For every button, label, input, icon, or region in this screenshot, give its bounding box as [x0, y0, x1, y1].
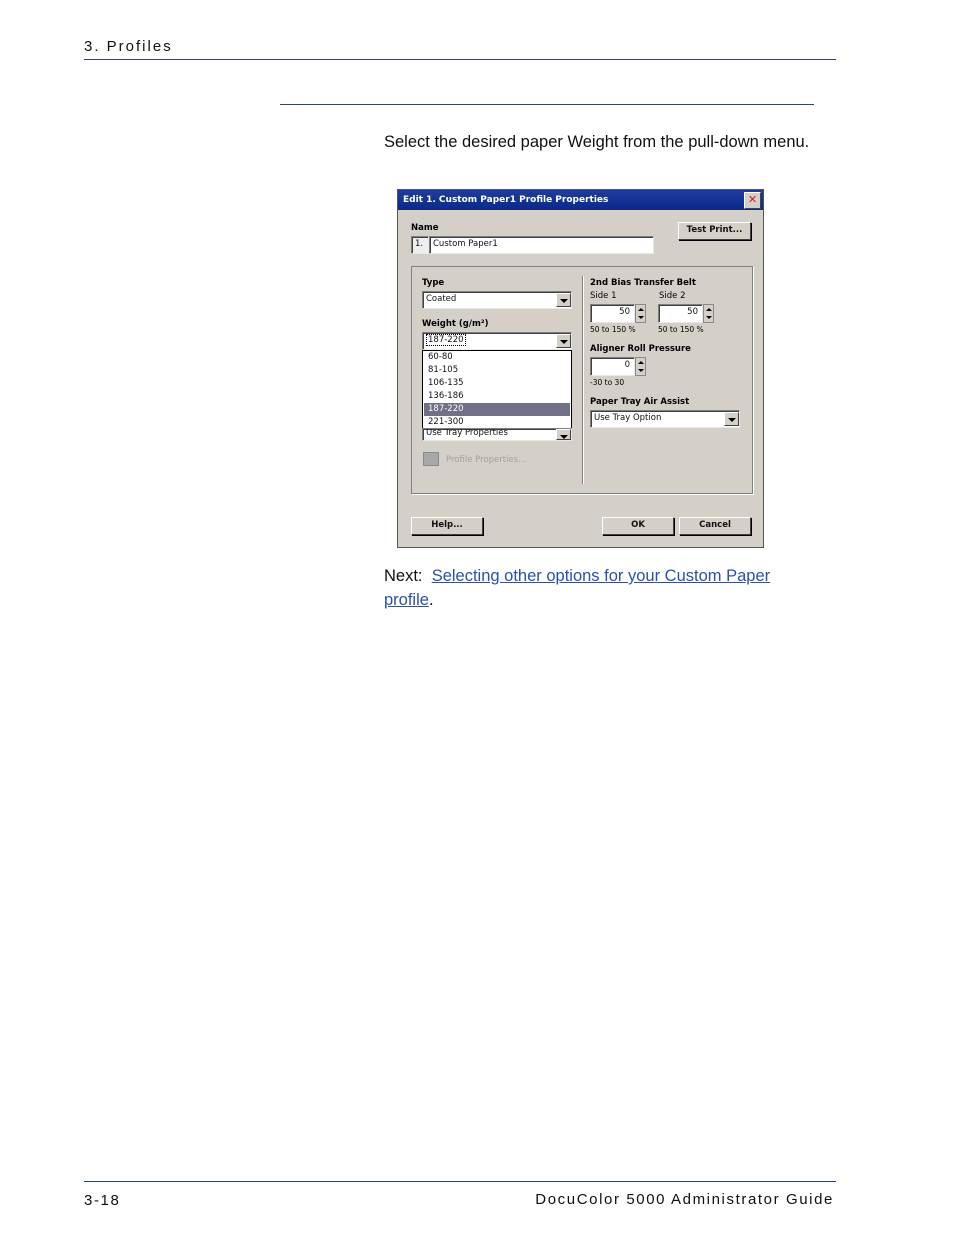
next-paragraph: Next: Selecting other options for your C… [384, 564, 770, 588]
side1-stepper[interactable] [635, 304, 646, 323]
guide-title: DocuColor 5000 Administrator Guide [535, 1191, 834, 1208]
name-label: Name [411, 223, 439, 233]
next-link[interactable]: Selecting other options for your Custom … [432, 567, 770, 585]
help-button[interactable]: Help... [411, 517, 483, 535]
next-paragraph-line2: profile. [384, 588, 434, 612]
chevron-down-icon[interactable] [556, 293, 571, 307]
weight-label: Weight (g/m²) [422, 319, 489, 329]
aligner-label: Aligner Roll Pressure [590, 344, 691, 354]
weight-dropdown-list: 60-80 81-105 106-135 136-186 187-220 221… [422, 350, 572, 430]
weight-option[interactable]: 136-186 [424, 390, 570, 403]
next-suffix: . [428, 591, 434, 609]
aligner-input[interactable]: 0 [590, 357, 635, 376]
side1-input[interactable]: 50 [590, 304, 635, 323]
tray-select[interactable]: Use Tray Properties [422, 428, 572, 441]
close-icon[interactable]: ✕ [744, 192, 761, 209]
name-field[interactable]: Custom Paper1 [429, 236, 654, 254]
profile-properties-button[interactable]: Profile Properties... [446, 455, 526, 465]
type-label: Type [422, 278, 445, 288]
dialog-title: Edit 1. Custom Paper1 Profile Properties [398, 190, 763, 210]
type-select[interactable]: Coated [422, 291, 572, 309]
weight-option-selected[interactable]: 187-220 [424, 403, 570, 416]
side1-label: Side 1 [590, 291, 617, 301]
air-assist-label: Paper Tray Air Assist [590, 397, 690, 407]
instruction-text: Select the desired paper Weight from the… [384, 133, 810, 151]
aligner-range: -30 to 30 [590, 378, 625, 387]
weight-option[interactable]: 60-80 [424, 351, 570, 364]
weight-select[interactable]: 187-220 [422, 332, 572, 350]
test-print-button[interactable]: Test Print... [678, 222, 751, 240]
chevron-down-icon[interactable] [556, 334, 571, 348]
cancel-button[interactable]: Cancel [679, 517, 751, 535]
profile-properties-icon [423, 452, 439, 466]
side1-range: 50 to 150 % [590, 325, 636, 334]
section-rule [280, 104, 814, 105]
bias-transfer-label: 2nd Bias Transfer Belt [590, 278, 696, 288]
page-number: 3-18 [84, 1192, 121, 1209]
next-prefix: Next: [384, 567, 423, 585]
group-divider [582, 276, 583, 484]
ok-button[interactable]: OK [602, 517, 674, 535]
header-rule [84, 59, 836, 60]
aligner-stepper[interactable] [635, 357, 646, 376]
footer-rule [84, 1181, 836, 1182]
section-header: 3. Profiles [84, 38, 173, 55]
weight-select-value: 187-220 [426, 334, 466, 346]
next-link-continued[interactable]: profile [384, 591, 429, 609]
side2-range: 50 to 150 % [658, 325, 704, 334]
weight-option[interactable]: 106-135 [424, 377, 570, 390]
weight-option[interactable]: 81-105 [424, 364, 570, 377]
chevron-down-icon[interactable] [724, 412, 739, 426]
side2-stepper[interactable] [703, 304, 714, 323]
chevron-down-icon[interactable] [556, 429, 571, 440]
name-index: 1. [411, 236, 429, 254]
air-assist-select[interactable]: Use Tray Option [590, 410, 740, 428]
profile-properties-dialog: Edit 1. Custom Paper1 Profile Properties… [397, 189, 764, 548]
side2-label: Side 2 [659, 291, 686, 301]
side2-input[interactable]: 50 [658, 304, 703, 323]
